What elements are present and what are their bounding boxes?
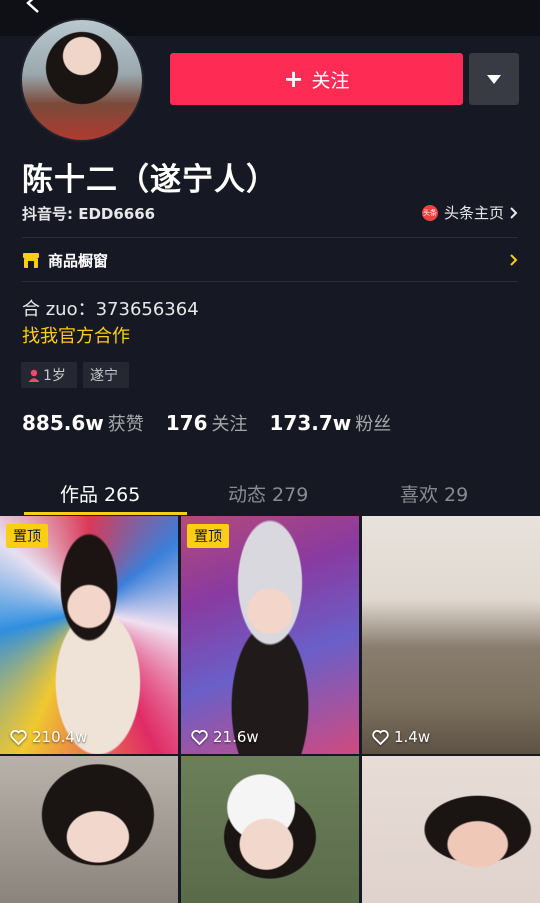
content-tabs: 作品 265 动态 279 喜欢 29 (0, 472, 540, 516)
follow-button[interactable]: + 关注 (170, 53, 463, 105)
age-label: 1岁 (43, 368, 66, 384)
heart-icon (372, 729, 389, 745)
following-label[interactable]: 关注 (212, 410, 248, 436)
following-count[interactable]: 176 (166, 411, 208, 435)
heart-icon (191, 729, 208, 745)
video-likes: 21.6w (191, 728, 259, 746)
shop-label: 商品橱窗 (48, 251, 109, 270)
location-label: 遂宁 (90, 368, 118, 384)
followers-label[interactable]: 粉丝 (355, 410, 391, 436)
video-thumbnail[interactable] (0, 756, 178, 903)
more-options-button[interactable] (469, 53, 519, 105)
female-user-icon (28, 369, 40, 382)
divider (22, 281, 518, 282)
plus-icon: + (283, 65, 304, 93)
pinned-badge: 置顶 (187, 524, 229, 548)
chevron-right-icon (510, 206, 518, 219)
bio-cooperation-link[interactable]: 找我官方合作 (22, 322, 130, 348)
toutiao-icon: 头条 (421, 204, 438, 221)
video-thumbnail[interactable] (362, 756, 540, 903)
triangle-down-icon (487, 74, 501, 84)
profile-name: 陈十二（遂宁人） (22, 162, 278, 198)
avatar[interactable] (20, 18, 144, 142)
tab-works[interactable]: 作品 265 (60, 480, 140, 507)
video-likes: 210.4w (10, 728, 87, 746)
active-tab-indicator (24, 512, 187, 515)
tab-activity[interactable]: 动态 279 (228, 480, 308, 507)
back-arrow-icon[interactable] (22, 0, 44, 14)
video-thumbnail[interactable] (181, 756, 359, 903)
likes-count: 885.6w (22, 411, 104, 435)
follow-button-label: 关注 (311, 69, 350, 92)
location-tag: 遂宁 (83, 362, 129, 388)
product-showcase-row[interactable]: 商品橱窗 (22, 249, 518, 271)
video-likes-count: 21.6w (213, 728, 259, 746)
shop-icon (23, 252, 39, 268)
video-likes-count: 1.4w (394, 728, 431, 746)
video-thumbnail[interactable]: 置顶 210.4w (0, 516, 178, 754)
video-thumbnail[interactable]: 1.4w (362, 516, 540, 754)
stats-row: 885.6w 获赞 176 关注 173.7w 粉丝 (22, 410, 413, 436)
toutiao-link-label: 头条主页 (443, 204, 504, 222)
divider (22, 237, 518, 238)
tab-likes[interactable]: 喜欢 29 (400, 480, 468, 507)
followers-count[interactable]: 173.7w (270, 411, 352, 435)
likes-label: 获赞 (107, 414, 144, 435)
bio-contact: 合 zuo：373656364 (22, 299, 199, 320)
pinned-badge: 置顶 (6, 524, 48, 548)
video-thumbnail[interactable]: 置顶 21.6w (181, 516, 359, 754)
chevron-right-icon (510, 254, 518, 266)
video-likes-count: 210.4w (32, 728, 88, 746)
video-grid: 置顶 210.4w 置顶 21.6w 1.4w (0, 516, 540, 903)
douyin-id: 抖音号: EDD6666 (22, 205, 156, 223)
video-likes: 1.4w (372, 728, 430, 746)
toutiao-homepage-link[interactable]: 头条 头条主页 (421, 202, 518, 223)
age-tag: 1岁 (21, 362, 77, 388)
heart-icon (10, 729, 27, 745)
